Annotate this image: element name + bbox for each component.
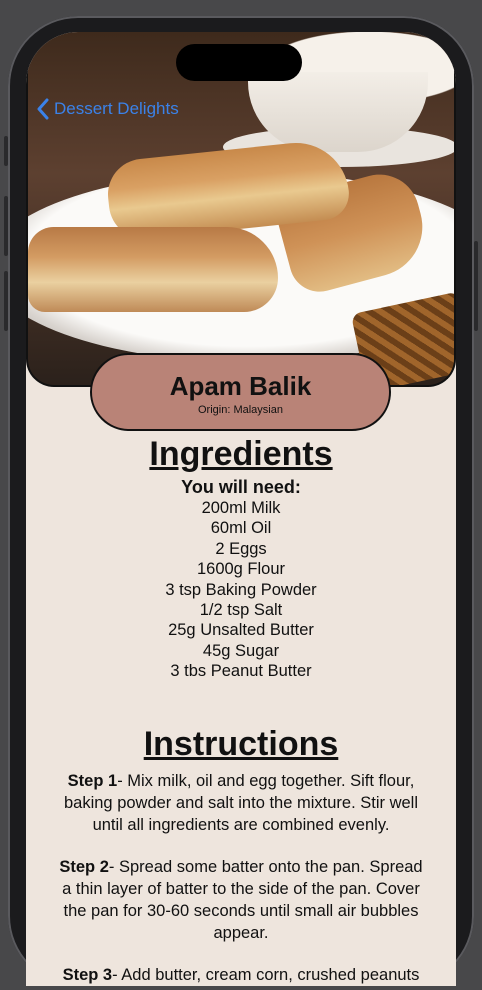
screen: Dessert Delights Apam Balik Origin: Mala…: [26, 32, 456, 986]
ingredient-item: 45g Sugar: [202, 641, 280, 660]
step-text: - Mix milk, oil and egg together. Sift f…: [63, 771, 418, 834]
ingredient-item: 200ml Milk: [201, 499, 281, 517]
mute-switch: [4, 136, 8, 166]
ingredient-item: 1600g Flour: [196, 560, 286, 579]
ingredient-item: 1/2 tsp Salt: [199, 601, 283, 620]
instruction-step: Step 1- Mix milk, oil and egg together. …: [26, 770, 456, 836]
recipe-content: Ingredients You will need: 200ml Milk 60…: [26, 436, 456, 986]
step-label: Step 3: [62, 965, 113, 984]
ingredient-list: 200ml Milk 60ml Oil 2 Eggs 1600g Flour 3…: [26, 498, 456, 682]
dynamic-island: [176, 44, 302, 81]
recipe-name: Apam Balik: [169, 371, 312, 401]
step-label: Step 1: [67, 771, 118, 790]
power-button: [474, 241, 478, 331]
ingredients-subheading: You will need:: [181, 477, 301, 497]
recipe-title-card: Apam Balik Origin: Malaysian: [90, 353, 391, 431]
instructions-heading: Instructions: [143, 724, 339, 763]
step-text: - Add butter, cream corn, crushed peanut…: [112, 965, 420, 984]
volume-up-button: [4, 196, 8, 256]
ingredients-heading: Ingredients: [149, 435, 333, 473]
instruction-step: Step 2- Spread some batter onto the pan.…: [26, 856, 456, 944]
chevron-left-icon: [37, 98, 49, 120]
recipe-photo: [26, 32, 456, 387]
recipe-origin: Origin: Malaysian: [198, 404, 283, 416]
ingredient-item: 2 Eggs: [215, 539, 267, 558]
ingredient-item: 3 tbs Peanut Butter: [170, 662, 312, 681]
step-text: - Spread some batter onto the pan. Sprea…: [62, 857, 423, 942]
back-button[interactable]: Dessert Delights: [36, 98, 179, 120]
back-button-label: Dessert Delights: [54, 99, 179, 118]
volume-down-button: [4, 271, 8, 331]
ingredient-item: 60ml Oil: [210, 519, 272, 538]
step-label: Step 2: [59, 857, 109, 876]
ingredient-item: 3 tsp Baking Powder: [165, 580, 317, 599]
photo-pancake-slice: [28, 227, 278, 312]
instruction-step: Step 3- Add butter, cream corn, crushed …: [26, 964, 456, 986]
ingredient-item: 25g Unsalted Butter: [168, 621, 314, 640]
